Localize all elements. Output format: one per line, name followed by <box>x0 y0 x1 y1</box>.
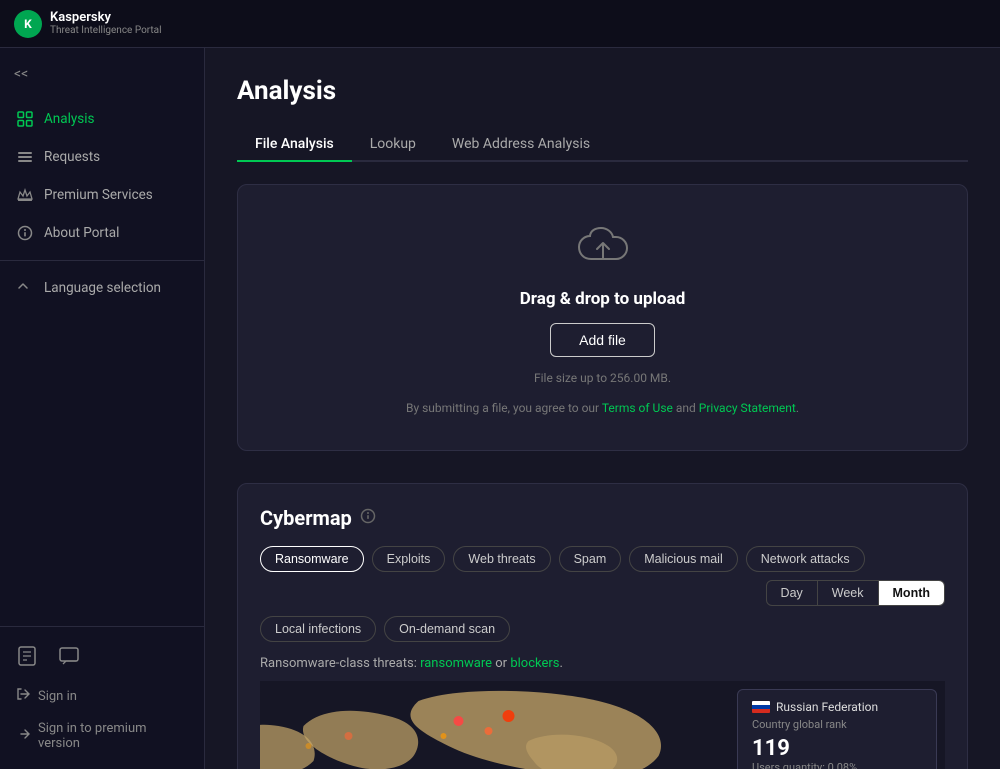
upload-title: Drag & drop to upload <box>520 289 686 309</box>
app-subtitle: Threat Intelligence Portal <box>50 25 162 37</box>
tooltip-country-name: Russian Federation <box>776 700 878 714</box>
sidebar-item-premium[interactable]: Premium Services <box>0 176 204 214</box>
tooltip-rank-label: Country global rank <box>752 718 922 731</box>
filter-spam[interactable]: Spam <box>559 546 622 572</box>
threat-blockers-link[interactable]: blockers <box>510 656 559 671</box>
cloud-upload-icon <box>577 227 629 275</box>
crown-icon <box>16 186 34 204</box>
sidebar-item-about[interactable]: About Portal <box>0 214 204 252</box>
tab-file-analysis[interactable]: File Analysis <box>237 128 352 162</box>
filter-exploits[interactable]: Exploits <box>372 546 446 572</box>
filter-row-1: Ransomware Exploits Web threats Spam Mal… <box>260 546 945 606</box>
sidebar-collapse-button[interactable]: << <box>0 56 204 92</box>
list-icon <box>16 148 34 166</box>
grid-icon <box>16 110 34 128</box>
terms-note: By submitting a file, you agree to our T… <box>406 399 799 418</box>
sidebar-nav: Analysis Requests <box>0 92 204 626</box>
cybermap-section: Cybermap Ransomware Exploits Web threats… <box>237 483 968 769</box>
kaspersky-logo: K <box>14 10 42 38</box>
tabs-bar: File Analysis Lookup Web Address Analysi… <box>237 128 968 162</box>
sidebar-item-label-premium: Premium Services <box>44 187 153 203</box>
sidebar-item-requests[interactable]: Requests <box>0 138 204 176</box>
terms-prefix: By submitting a file, you agree to our <box>406 401 602 415</box>
cybermap-title: Cybermap <box>260 506 352 530</box>
threat-suffix: . <box>559 656 562 671</box>
tooltip-quantity-label: Users quantity: 0.08% <box>752 761 922 769</box>
cybermap-info-icon[interactable] <box>360 508 376 528</box>
page-title: Analysis <box>237 76 968 106</box>
add-file-button[interactable]: Add file <box>550 323 655 357</box>
sidebar: << Analysis <box>0 48 205 769</box>
terms-link[interactable]: Terms of Use <box>602 401 673 415</box>
threat-info-prefix: Ransomware-class threats: <box>260 656 420 671</box>
app-name: Kaspersky <box>50 10 162 26</box>
tab-web-address[interactable]: Web Address Analysis <box>434 128 608 162</box>
message-icon[interactable] <box>58 645 80 671</box>
threat-info-row: Ransomware-class threats: ransomware or … <box>260 656 945 671</box>
tab-lookup[interactable]: Lookup <box>352 128 434 162</box>
tooltip-rank-value: 119 <box>752 737 922 761</box>
filter-row-2: Local infections On-demand scan <box>260 616 945 642</box>
tooltip-country: Russian Federation <box>752 700 922 714</box>
time-filter-month[interactable]: Month <box>878 581 944 605</box>
sign-in-label: Sign in <box>38 689 77 704</box>
signin-icon <box>16 687 30 705</box>
sidebar-bottom: Sign in Sign in to premium version <box>0 626 204 769</box>
sidebar-divider <box>0 260 204 261</box>
terms-mid: and <box>673 401 699 415</box>
sidebar-item-label-requests: Requests <box>44 149 100 165</box>
sidebar-item-label-language: Language selection <box>44 280 161 296</box>
time-filter-group: Day Week Month <box>766 580 945 606</box>
sign-in-button[interactable]: Sign in <box>0 679 204 713</box>
top-bar: K Kaspersky Threat Intelligence Portal <box>0 0 1000 48</box>
language-icon <box>16 279 34 297</box>
logo-text: Kaspersky Threat Intelligence Portal <box>50 10 162 38</box>
main-layout: << Analysis <box>0 48 1000 769</box>
filter-web-threats[interactable]: Web threats <box>453 546 550 572</box>
map-preview: Russian Federation Country global rank 1… <box>260 681 945 769</box>
logo-area: K Kaspersky Threat Intelligence Portal <box>14 10 162 38</box>
sidebar-bottom-icons <box>0 637 204 679</box>
filter-local-infections[interactable]: Local infections <box>260 616 376 642</box>
filter-malicious-mail[interactable]: Malicious mail <box>629 546 738 572</box>
filter-ransomware[interactable]: Ransomware <box>260 546 364 572</box>
terms-suffix: . <box>796 401 799 415</box>
file-size-note: File size up to 256.00 MB. <box>534 371 671 385</box>
privacy-link[interactable]: Privacy Statement <box>699 401 796 415</box>
cybermap-header: Cybermap <box>260 506 945 530</box>
filter-on-demand-scan[interactable]: On-demand scan <box>384 616 510 642</box>
info-icon <box>16 224 34 242</box>
main-content: Analysis File Analysis Lookup Web Addres… <box>205 48 1000 769</box>
book-icon[interactable] <box>16 645 38 671</box>
map-tooltip: Russian Federation Country global rank 1… <box>737 689 937 769</box>
russia-flag <box>752 701 770 713</box>
map-visual <box>260 681 737 769</box>
signin-premium-icon <box>16 727 30 745</box>
sign-in-premium-button[interactable]: Sign in to premium version <box>0 713 204 759</box>
sidebar-item-analysis[interactable]: Analysis <box>0 100 204 138</box>
sidebar-item-label-about: About Portal <box>44 225 119 241</box>
sidebar-item-label-analysis: Analysis <box>44 111 95 127</box>
filter-network-attacks[interactable]: Network attacks <box>746 546 865 572</box>
sign-in-premium-label: Sign in to premium version <box>38 721 188 751</box>
time-filter-week[interactable]: Week <box>817 581 878 605</box>
upload-box: Drag & drop to upload Add file File size… <box>237 184 968 451</box>
threat-mid: or <box>492 656 510 671</box>
threat-ransomware-link[interactable]: ransomware <box>420 656 492 671</box>
sidebar-item-language[interactable]: Language selection <box>0 269 204 307</box>
time-filter-day[interactable]: Day <box>767 581 817 605</box>
